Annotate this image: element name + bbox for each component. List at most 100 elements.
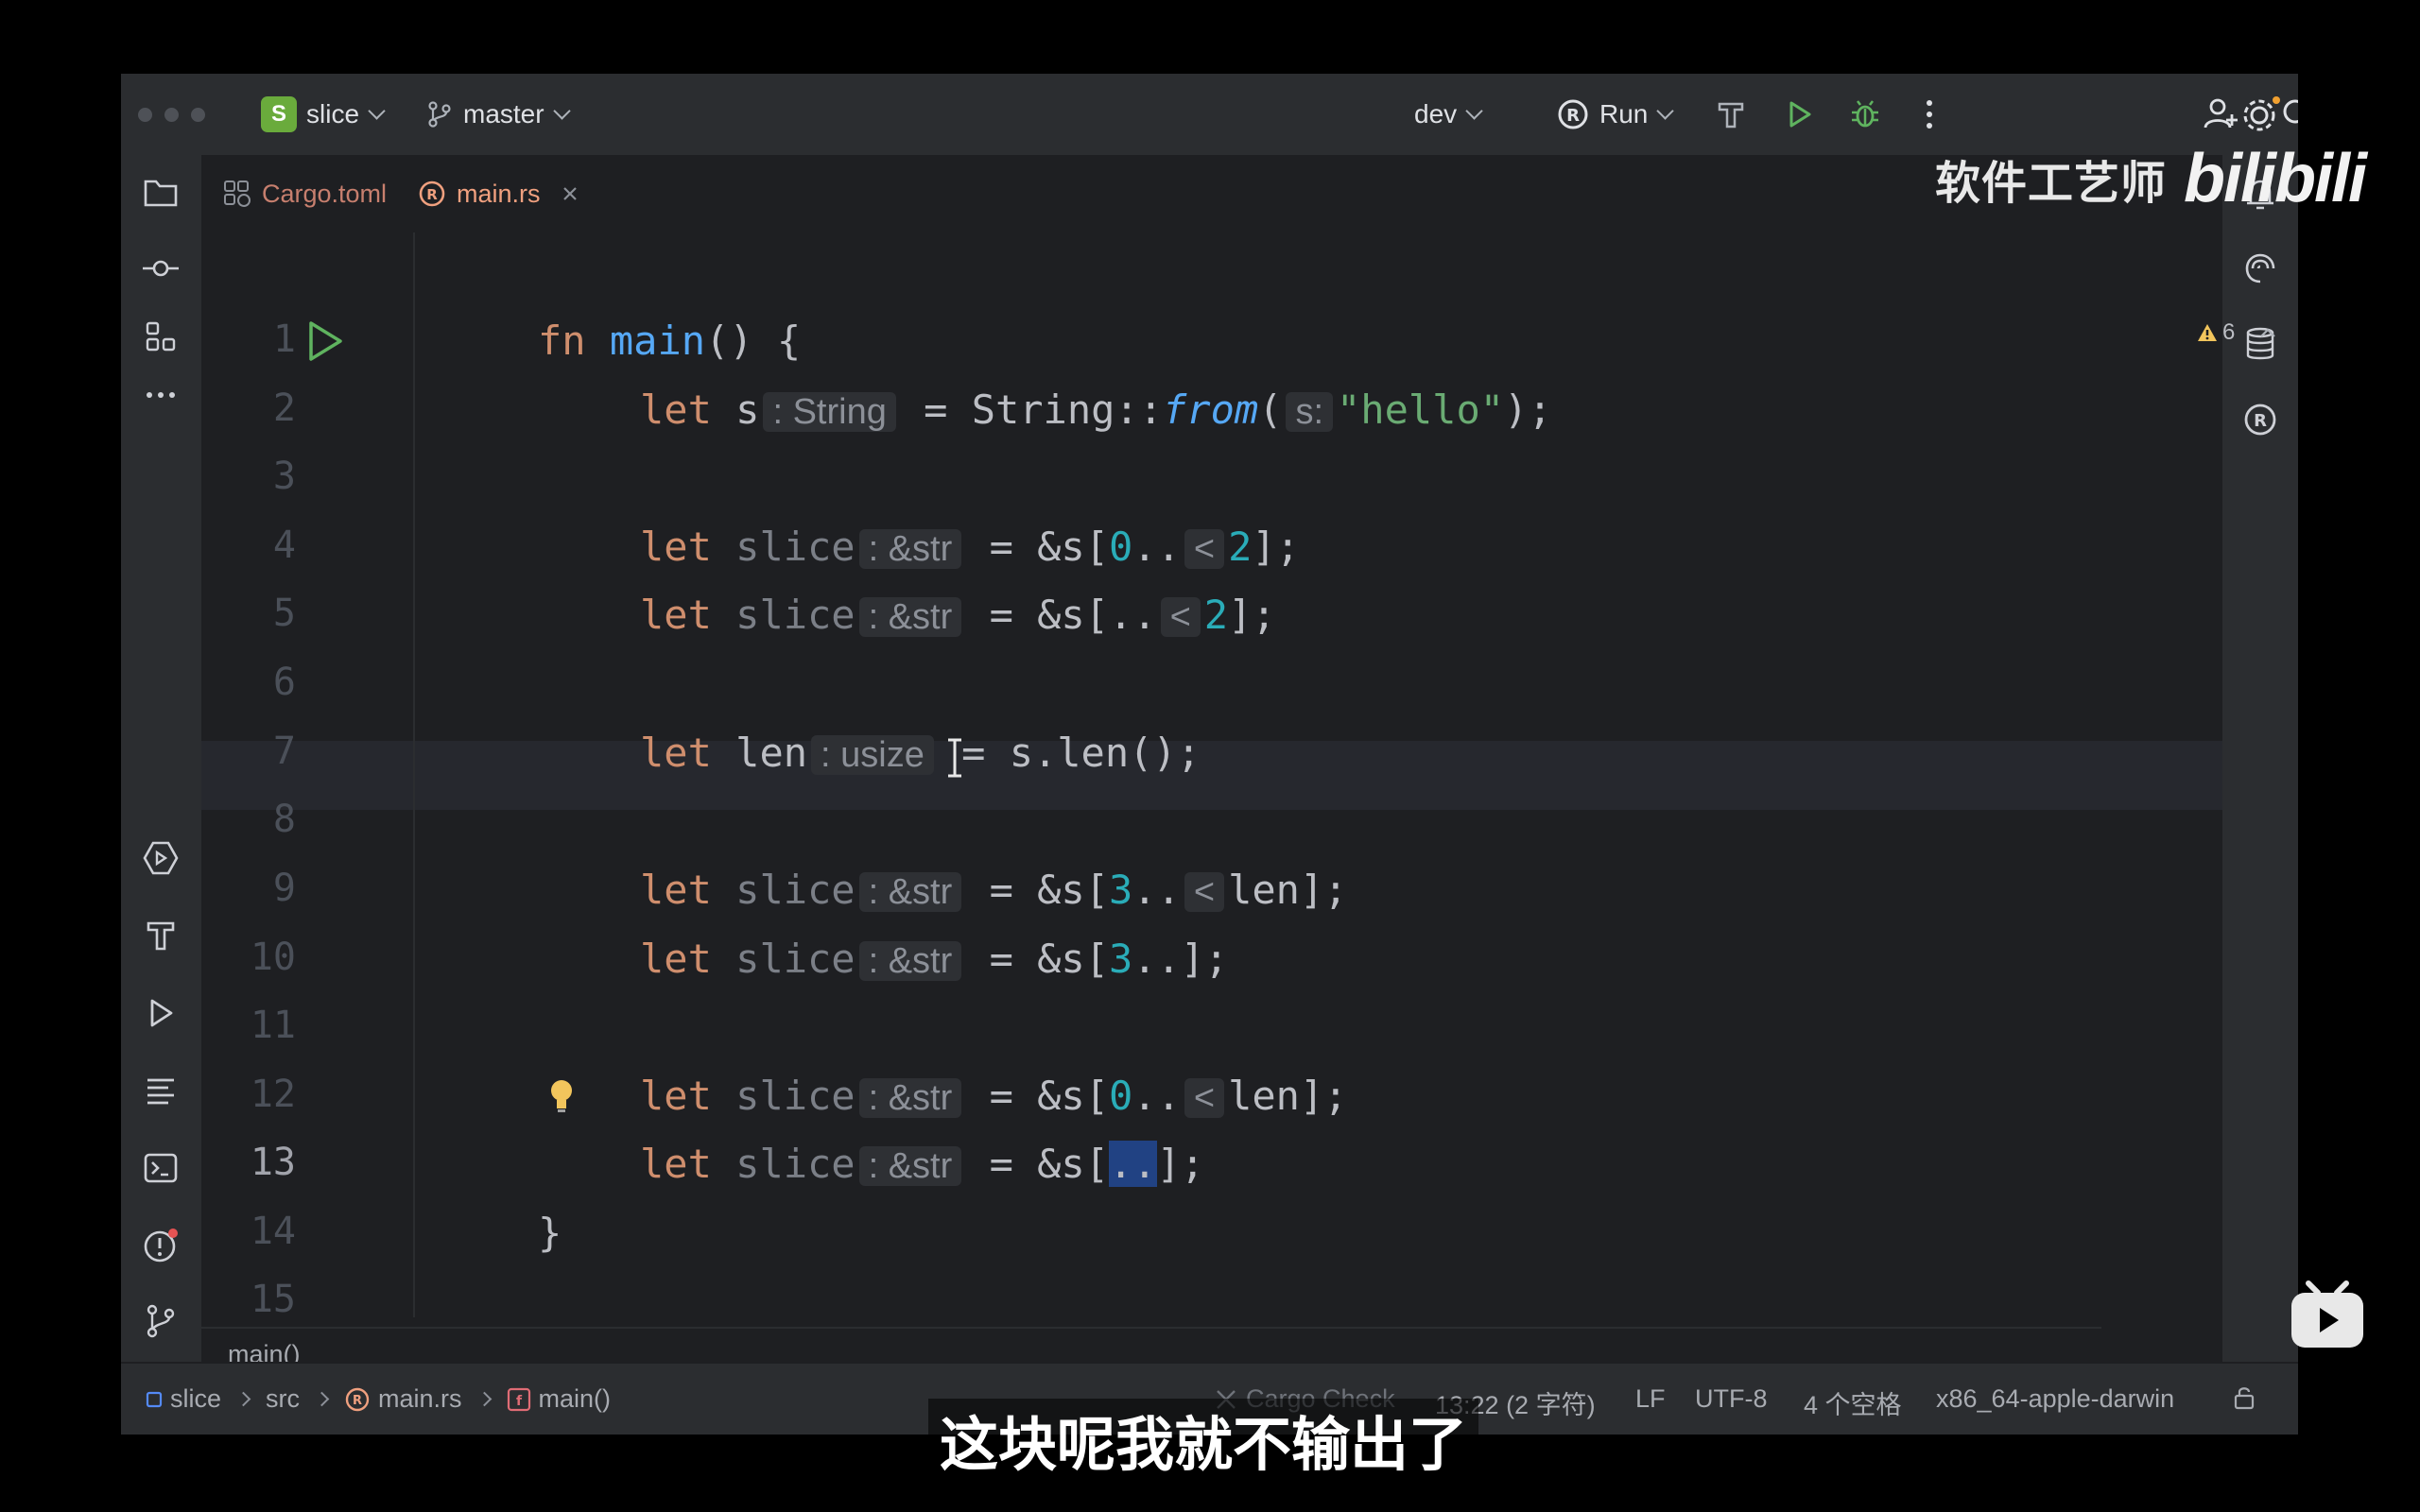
breadcrumb-item[interactable]: main.rs bbox=[378, 1384, 462, 1414]
line-number: 1 bbox=[272, 318, 296, 361]
line-number: 3 bbox=[272, 455, 296, 498]
chevron-down-icon[interactable] bbox=[2297, 325, 2298, 340]
function-name: main bbox=[609, 318, 706, 364]
line-number: 8 bbox=[272, 798, 296, 841]
line-number: 15 bbox=[250, 1278, 296, 1321]
close-icon[interactable] bbox=[562, 185, 579, 202]
number-literal: 3 bbox=[1109, 936, 1133, 982]
build-hammer-icon[interactable] bbox=[140, 915, 182, 956]
rust-icon[interactable]: R bbox=[2239, 399, 2281, 440]
code-line-5: let slice: &str = &s[.. <2]; bbox=[640, 592, 1276, 638]
watermark-logo: bilibili bbox=[2184, 141, 2367, 216]
run-play-icon[interactable] bbox=[1779, 94, 1819, 134]
line-ending[interactable]: LF bbox=[1635, 1384, 1666, 1414]
type-hint: : usize bbox=[811, 735, 934, 775]
tab-cargo-toml[interactable]: Cargo.toml bbox=[222, 155, 387, 232]
branch-selector[interactable]: master bbox=[425, 94, 571, 134]
line-number: 14 bbox=[250, 1210, 296, 1253]
debug-bug-icon[interactable] bbox=[1845, 94, 1885, 134]
lightbulb-icon[interactable] bbox=[548, 1077, 575, 1115]
services-icon[interactable] bbox=[140, 837, 182, 879]
type-hint: : String bbox=[763, 392, 896, 432]
variable-name: len bbox=[735, 730, 808, 776]
run-gutter-icon[interactable] bbox=[304, 318, 346, 364]
run-menu[interactable]: R Run bbox=[1556, 94, 1675, 134]
editor-tab-bar: Cargo.toml R main.rs bbox=[201, 155, 2222, 234]
line-number: 9 bbox=[272, 867, 296, 910]
keyword: let bbox=[640, 936, 712, 982]
window-close-button[interactable] bbox=[138, 108, 152, 122]
range-hint: < bbox=[1184, 529, 1225, 569]
code-text: ]; bbox=[1228, 592, 1276, 638]
run-config-selector[interactable]: dev bbox=[1414, 94, 1483, 134]
code-text: = &s[ bbox=[965, 867, 1109, 913]
variable-name: slice bbox=[735, 936, 856, 982]
chevron-up-icon[interactable] bbox=[2257, 325, 2278, 340]
text-cursor-icon bbox=[948, 738, 961, 778]
keyword: let bbox=[640, 387, 712, 433]
code-text: = &s[ bbox=[965, 524, 1109, 570]
breadcrumb-item[interactable]: main() bbox=[539, 1384, 612, 1414]
code-editor[interactable]: 1 2 3 4 5 6 7 8 9 10 11 12 13 14 15 fn m… bbox=[201, 232, 2276, 1321]
keyword: let bbox=[640, 867, 712, 913]
code-line-2: let s: String = String::from(s: "hello"); bbox=[640, 387, 1552, 433]
commit-icon[interactable] bbox=[140, 248, 182, 289]
variable-name: slice bbox=[735, 1141, 856, 1187]
code-text: = &s[ bbox=[965, 1141, 1109, 1187]
structure-icon[interactable] bbox=[140, 316, 182, 357]
code-line-14: } bbox=[538, 1210, 562, 1256]
project-selector[interactable]: S slice bbox=[261, 94, 386, 134]
variable-name: slice bbox=[735, 524, 856, 570]
code-text: .. bbox=[1132, 524, 1181, 570]
text-align-icon[interactable] bbox=[140, 1070, 182, 1111]
problems-widget[interactable]: 6 bbox=[2196, 319, 2298, 346]
settings-gear-icon[interactable] bbox=[2238, 94, 2280, 136]
build-hammer-icon[interactable] bbox=[1711, 94, 1751, 134]
tab-label: Cargo.toml bbox=[262, 179, 388, 208]
line-number-current: 13 bbox=[250, 1141, 296, 1184]
variable-name: slice bbox=[735, 592, 856, 638]
tab-main-rs[interactable]: R main.rs bbox=[417, 155, 579, 232]
code-text: ); bbox=[1504, 387, 1552, 433]
terminal-icon[interactable] bbox=[140, 1147, 182, 1189]
more-vertical-icon[interactable] bbox=[1910, 94, 1949, 134]
status-breadcrumb: slice src R main.rs f main() bbox=[146, 1384, 611, 1414]
search-icon[interactable] bbox=[2278, 94, 2298, 134]
code-text: .. bbox=[1132, 867, 1181, 913]
variable-name: slice bbox=[735, 867, 856, 913]
rust-file-icon: R bbox=[345, 1387, 370, 1411]
chevron-down-icon bbox=[552, 102, 571, 120]
breadcrumb-item[interactable]: src bbox=[266, 1384, 300, 1414]
bilibili-watermark: 软件工艺师 bilibili bbox=[1935, 140, 2367, 217]
breadcrumb-item[interactable]: slice bbox=[170, 1384, 221, 1414]
code-text: len bbox=[1228, 867, 1300, 913]
ai-assistant-icon[interactable] bbox=[2239, 248, 2281, 289]
folder-icon[interactable] bbox=[140, 172, 182, 214]
keyword: let bbox=[640, 524, 712, 570]
lock-icon[interactable] bbox=[2231, 1384, 2257, 1411]
file-encoding[interactable]: UTF-8 bbox=[1695, 1384, 1768, 1414]
code-text: ]; bbox=[1299, 1073, 1348, 1119]
bilibili-tv-icon[interactable] bbox=[2286, 1278, 2369, 1353]
window-maximize-button[interactable] bbox=[191, 108, 205, 122]
git-branch-icon[interactable] bbox=[140, 1300, 182, 1342]
problems-icon[interactable] bbox=[140, 1225, 182, 1266]
line-number: 4 bbox=[272, 524, 296, 567]
type-hint: : &str bbox=[858, 597, 962, 637]
indent-setting[interactable]: 4 个空格 bbox=[1804, 1384, 1902, 1421]
code-text: () { bbox=[705, 318, 802, 364]
code-text: = &s[.. bbox=[965, 592, 1157, 638]
target-triple-text: x86_64-apple-darwin bbox=[1936, 1384, 2175, 1413]
window-minimize-button[interactable] bbox=[164, 108, 179, 122]
code-text: = String:: bbox=[899, 387, 1163, 433]
more-horizontal-icon[interactable] bbox=[140, 374, 182, 416]
run-play-icon[interactable] bbox=[140, 992, 182, 1034]
code-text: } bbox=[538, 1210, 562, 1256]
target-triple[interactable]: x86_64-apple-darwin bbox=[1936, 1384, 2174, 1414]
left-tool-strip bbox=[121, 155, 201, 1362]
code-line-12: let slice: &str = &s[0.. < len]; bbox=[640, 1073, 1348, 1119]
keyword: let bbox=[640, 730, 712, 776]
add-user-icon[interactable] bbox=[2201, 94, 2240, 134]
svg-text:f: f bbox=[515, 1394, 522, 1409]
range-hint: < bbox=[1184, 872, 1225, 912]
